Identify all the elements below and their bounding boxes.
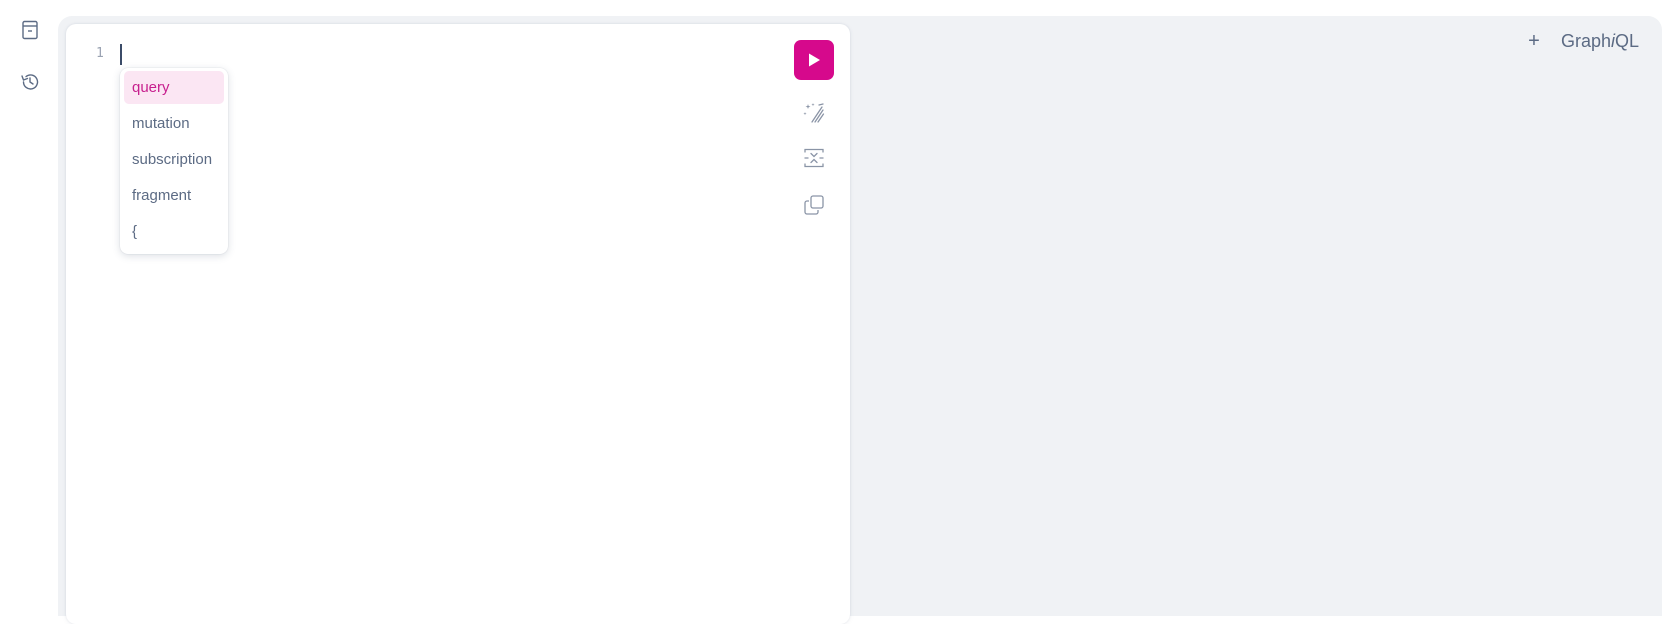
autocomplete-item-subscription[interactable]: subscription: [124, 143, 224, 176]
book-icon: [22, 20, 38, 40]
merge-fragments-icon: [804, 148, 824, 168]
autocomplete-item-mutation[interactable]: mutation: [124, 107, 224, 140]
graphiql-logo: GraphiQL: [1561, 31, 1639, 52]
documentation-button[interactable]: [16, 16, 44, 44]
history-button[interactable]: [16, 68, 44, 96]
prettify-button[interactable]: [801, 100, 827, 126]
copy-query-button[interactable]: [801, 192, 827, 218]
logo-part-graph: Graph: [1561, 31, 1612, 51]
autocomplete-item-brace[interactable]: {: [124, 215, 224, 248]
copy-icon: [804, 195, 824, 215]
autocomplete-dropdown: query mutation subscription fragment {: [120, 68, 228, 254]
logo-part-ql: QL: [1615, 31, 1640, 51]
execute-query-button[interactable]: [794, 40, 834, 80]
autocomplete-item-query[interactable]: query: [124, 71, 224, 104]
text-cursor: [120, 44, 122, 65]
add-tab-button[interactable]: +: [1524, 30, 1544, 52]
history-icon: [21, 74, 39, 90]
merge-fragments-button[interactable]: [801, 145, 827, 171]
sidebar: [0, 0, 58, 601]
line-number: 1: [96, 46, 104, 61]
autocomplete-item-fragment[interactable]: fragment: [124, 179, 224, 212]
play-icon: [809, 53, 820, 67]
magic-wand-icon: [803, 103, 825, 123]
